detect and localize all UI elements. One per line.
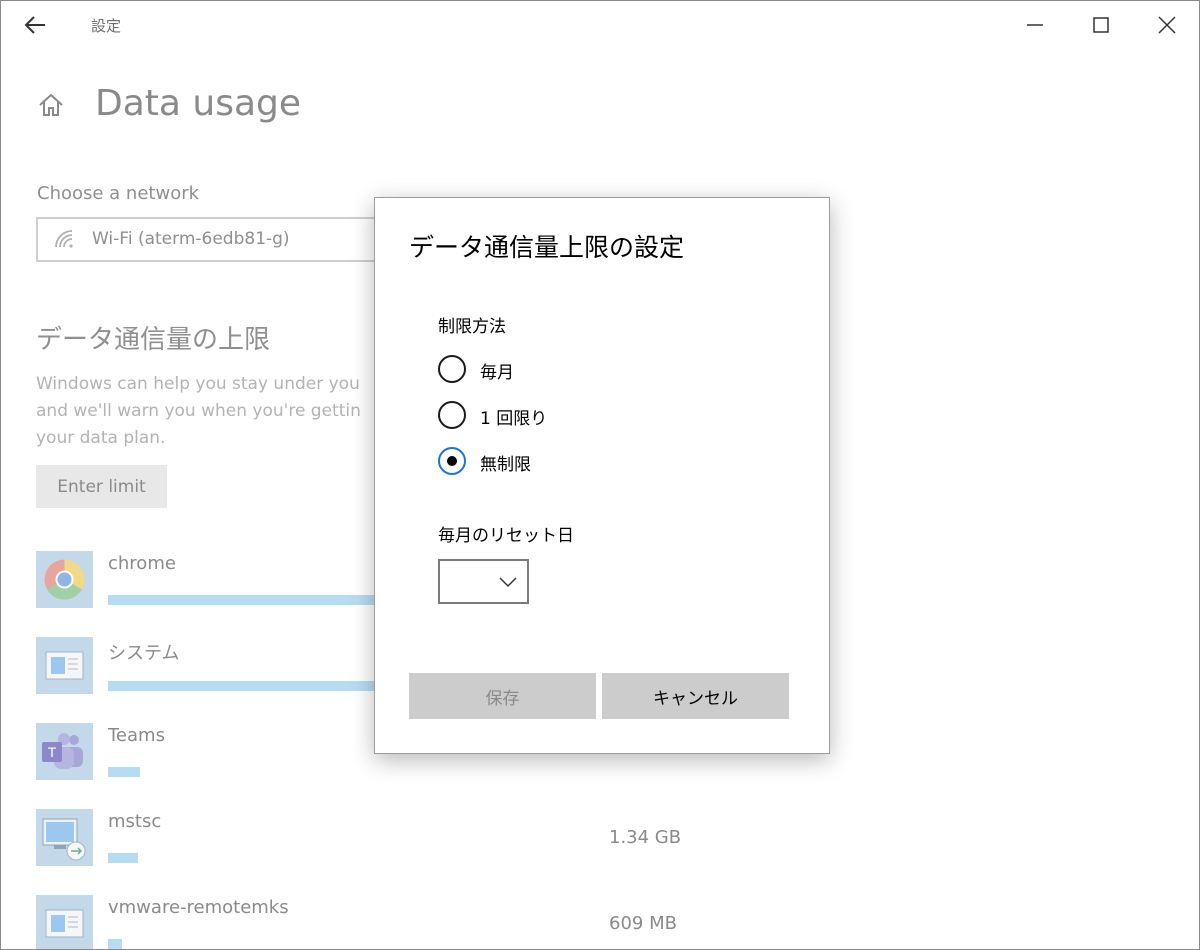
network-value: Wi-Fi (aterm-6edb81-g) <box>92 229 290 249</box>
enter-limit-button[interactable]: Enter limit <box>36 465 167 508</box>
settings-window: 設定 Data usage Choose a network Wi-Fi (at… <box>0 0 1200 950</box>
svg-text:T: T <box>48 744 57 760</box>
usage-bar <box>108 939 122 949</box>
dialog-title: データ通信量上限の設定 <box>409 233 685 262</box>
app-usage: 1.34 GB <box>609 827 682 848</box>
app-name: mstsc <box>108 811 162 832</box>
vmware-icon <box>36 895 93 949</box>
close-icon[interactable] <box>1147 9 1187 41</box>
app-usage: 609 MB <box>609 913 677 934</box>
home-icon[interactable] <box>37 91 65 119</box>
usage-bar <box>108 853 138 863</box>
radio-label: 毎月 <box>480 363 514 383</box>
radio-unlimited[interactable]: 無制限 <box>438 447 738 477</box>
usage-bar <box>108 681 378 691</box>
app-name: システム <box>108 643 180 664</box>
teams-icon: T <box>36 723 93 780</box>
network-select[interactable]: Wi-Fi (aterm-6edb81-g) <box>36 217 386 262</box>
app-name: vmware-remotemks <box>108 897 289 918</box>
data-limit-dialog: データ通信量上限の設定 制限方法 毎月 1 回限り 無制限 毎月のリセット日 保… <box>374 197 830 754</box>
chevron-down-icon <box>499 574 517 588</box>
back-arrow-icon[interactable] <box>21 11 51 39</box>
save-button[interactable]: 保存 <box>409 673 596 719</box>
limit-type-label: 制限方法 <box>438 317 506 337</box>
choose-network-label: Choose a network <box>37 183 200 204</box>
maximize-icon[interactable] <box>1081 9 1121 41</box>
data-limit-description: Windows can help you stay under you and … <box>36 374 361 448</box>
reset-day-select[interactable] <box>438 559 529 604</box>
chrome-icon <box>36 551 93 608</box>
data-limit-heading: データ通信量の上限 <box>36 325 271 355</box>
radio-button[interactable] <box>438 355 466 383</box>
cancel-button[interactable]: キャンセル <box>602 673 789 719</box>
system-icon <box>36 637 93 694</box>
page-title: Data usage <box>95 83 302 124</box>
usage-bar <box>108 595 378 605</box>
radio-one-time[interactable]: 1 回限り <box>438 401 738 431</box>
minimize-icon[interactable] <box>1015 9 1055 41</box>
radio-dot <box>447 456 457 466</box>
radio-button[interactable] <box>438 401 466 429</box>
app-row: vmware-remotemks 609 MB <box>36 895 736 949</box>
title-bar: 設定 <box>1 1 1199 49</box>
radio-monthly[interactable]: 毎月 <box>438 355 738 385</box>
window-title: 設定 <box>91 17 122 35</box>
radio-label: 1 回限り <box>480 409 548 429</box>
radio-button[interactable] <box>438 447 466 475</box>
app-name: chrome <box>108 553 176 574</box>
app-row: mstsc 1.34 GB <box>36 809 736 869</box>
radio-label: 無制限 <box>480 455 531 475</box>
reset-day-label: 毎月のリセット日 <box>438 526 574 546</box>
usage-bar <box>108 767 140 777</box>
wifi-icon <box>54 229 76 249</box>
app-name: Teams <box>108 725 165 746</box>
remote-desktop-icon <box>36 809 93 866</box>
